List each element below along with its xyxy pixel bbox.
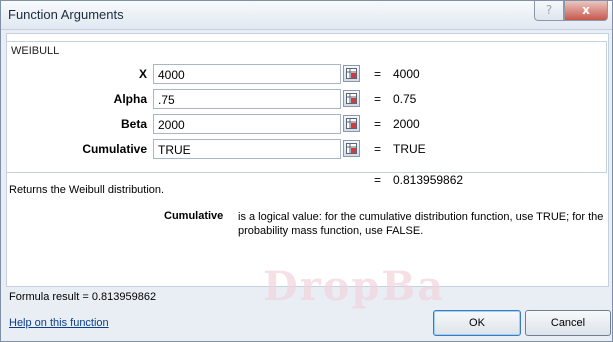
formula-result-value: 0.813959862 — [91, 291, 157, 303]
watermark: DropBa — [263, 263, 446, 310]
formula-result-label: Formula result = — [9, 291, 89, 303]
function-description: Returns the Weibull distribution. — [9, 184, 165, 196]
argument-label: Cumulative — [82, 142, 147, 156]
argument-help-name: Cumulative — [164, 210, 224, 222]
argument-label: Alpha — [113, 92, 147, 106]
result-equals-sign: = — [374, 173, 382, 187]
collapse-dialog-button[interactable] — [343, 65, 360, 82]
function-name: WEIBULL — [11, 45, 60, 57]
title-bar[interactable]: Function Arguments ? x — [1, 1, 612, 30]
dialog-title: Function Arguments — [8, 7, 124, 22]
ok-button[interactable]: OK — [433, 310, 521, 336]
x-input[interactable]: 4000 — [153, 64, 341, 84]
equals-sign: = — [374, 142, 382, 156]
argument-help-text: is a logical value: for the cumulative d… — [238, 211, 604, 237]
evaluated-value: 4000 — [393, 67, 420, 81]
collapse-dialog-button[interactable] — [343, 90, 360, 107]
argument-row-beta: Beta 2000 = 2000 — [1, 114, 613, 134]
cancel-button[interactable]: Cancel — [525, 310, 611, 336]
close-icon: x — [582, 3, 590, 17]
formula-result: Formula result = 0.813959862 — [9, 291, 156, 303]
evaluated-value: TRUE — [393, 142, 426, 156]
question-icon: ? — [545, 3, 553, 17]
argument-row-x: X 4000 = 4000 — [1, 64, 613, 84]
evaluated-value: 0.75 — [393, 92, 417, 106]
collapse-dialog-button[interactable] — [343, 140, 360, 157]
range-select-icon — [346, 93, 357, 104]
range-select-icon — [346, 68, 357, 79]
equals-sign: = — [374, 67, 382, 81]
argument-label: Beta — [120, 117, 147, 131]
equals-sign: = — [374, 117, 382, 131]
function-arguments-dialog: Function Arguments ? x WEIBULL X 4000 = … — [0, 0, 613, 342]
argument-row-cumulative: Cumulative TRUE = TRUE — [1, 139, 613, 159]
close-button[interactable]: x — [564, 1, 608, 21]
range-select-icon — [346, 143, 357, 154]
argument-row-alpha: Alpha .75 = 0.75 — [1, 89, 613, 109]
argument-label: X — [138, 67, 147, 81]
equals-sign: = — [374, 92, 382, 106]
function-result-value: 0.813959862 — [393, 173, 464, 187]
help-on-function-link[interactable]: Help on this function — [9, 317, 109, 329]
help-button[interactable]: ? — [534, 1, 564, 21]
collapse-dialog-button[interactable] — [343, 115, 360, 132]
range-select-icon — [346, 118, 357, 129]
cumulative-input[interactable]: TRUE — [153, 139, 341, 159]
beta-input[interactable]: 2000 — [153, 114, 341, 134]
alpha-input[interactable]: .75 — [153, 89, 341, 109]
evaluated-value: 2000 — [393, 117, 420, 131]
